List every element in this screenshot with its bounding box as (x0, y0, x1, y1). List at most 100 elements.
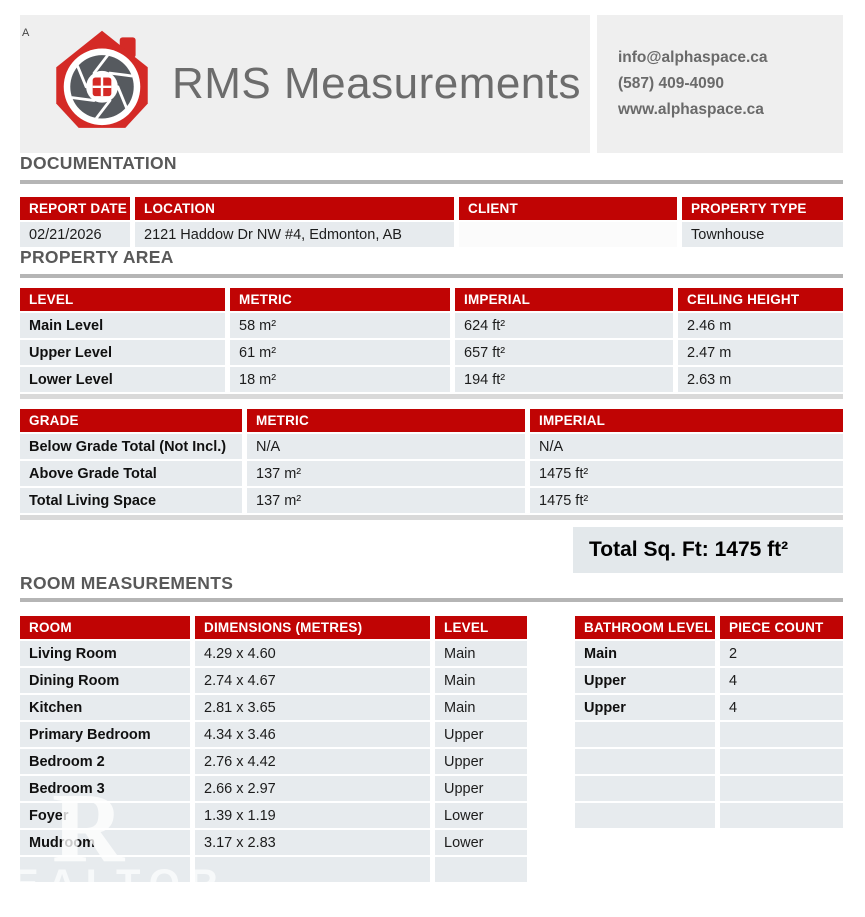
contact-email: info@alphaspace.ca (618, 49, 843, 67)
table-cell: Main (435, 695, 527, 720)
table-cell (720, 776, 843, 801)
contact-panel: info@alphaspace.ca (587) 409-4090 www.al… (597, 15, 843, 153)
column-header: LEVEL (20, 288, 225, 311)
table-cell: 1475 ft² (530, 488, 843, 513)
table-cell (720, 722, 843, 747)
table-cell: N/A (530, 434, 843, 459)
table-cell (195, 857, 430, 882)
table-cell: 2.76 x 4.42 (195, 749, 430, 774)
column-header: BATHROOM LEVEL (575, 616, 715, 639)
table-cell: Above Grade Total (20, 461, 242, 486)
table-cell (575, 722, 715, 747)
table-cell: Foyer (20, 803, 190, 828)
table-shadow (20, 394, 843, 399)
table-cell: Dining Room (20, 668, 190, 693)
table-cell: 624 ft² (455, 313, 673, 338)
table-cell: Primary Bedroom (20, 722, 190, 747)
grade-table: GRADE METRIC IMPERIAL Below Grade Total … (20, 409, 843, 513)
client-cell (459, 222, 677, 247)
table-cell: 2.74 x 4.67 (195, 668, 430, 693)
table-cell (575, 776, 715, 801)
column-header: CLIENT (459, 197, 677, 220)
table-cell: Mudroom (20, 830, 190, 855)
table-cell: Bedroom 3 (20, 776, 190, 801)
rooms-table: ROOM DIMENSIONS (METRES) LEVEL Living Ro… (20, 616, 527, 882)
table-cell: Total Living Space (20, 488, 242, 513)
house-aperture-logo (46, 28, 158, 140)
table-cell: 1475 ft² (530, 461, 843, 486)
table-cell: Below Grade Total (Not Incl.) (20, 434, 242, 459)
table-cell: 137 m² (247, 488, 525, 513)
column-header: CEILING HEIGHT (678, 288, 843, 311)
table-shadow (20, 515, 843, 520)
table-cell: 3.17 x 2.83 (195, 830, 430, 855)
table-cell: Living Room (20, 641, 190, 666)
table-cell: Lower (435, 803, 527, 828)
table-cell: 657 ft² (455, 340, 673, 365)
table-cell: Upper (435, 722, 527, 747)
table-cell (720, 803, 843, 828)
bathrooms-table: BATHROOM LEVEL PIECE COUNT Main 2 Upper … (575, 616, 843, 828)
contact-website: www.alphaspace.ca (618, 101, 843, 119)
documentation-heading: DOCUMENTATION (20, 153, 843, 173)
table-cell: Bedroom 2 (20, 749, 190, 774)
table-cell: 2.63 m (678, 367, 843, 392)
room-measurements-heading: ROOM MEASUREMENTS (20, 573, 843, 593)
table-cell: Upper (435, 749, 527, 774)
table-cell: 4 (720, 668, 843, 693)
column-header: METRIC (247, 409, 525, 432)
table-cell: 2.66 x 2.97 (195, 776, 430, 801)
table-cell: 4 (720, 695, 843, 720)
heading-rule (20, 180, 843, 184)
brand-panel: RMS Measurements (20, 15, 590, 153)
table-cell: 2.81 x 3.65 (195, 695, 430, 720)
property-type-cell: Townhouse (682, 222, 843, 247)
column-header: REPORT DATE (20, 197, 130, 220)
table-cell (575, 803, 715, 828)
room-tables-container: ROOM DIMENSIONS (METRES) LEVEL Living Ro… (20, 616, 843, 882)
heading-rule (20, 598, 843, 602)
column-header: METRIC (230, 288, 450, 311)
column-header: PROPERTY TYPE (682, 197, 843, 220)
column-header: IMPERIAL (530, 409, 843, 432)
table-cell: 61 m² (230, 340, 450, 365)
table-cell: 137 m² (247, 461, 525, 486)
total-sqft-box: Total Sq. Ft: 1475 ft² (573, 527, 843, 573)
column-header: LEVEL (435, 616, 527, 639)
documentation-table: REPORT DATE LOCATION CLIENT PROPERTY TYP… (20, 197, 843, 247)
table-cell: 2 (720, 641, 843, 666)
table-cell: 58 m² (230, 313, 450, 338)
table-cell: 2.46 m (678, 313, 843, 338)
table-cell (575, 749, 715, 774)
table-cell: Upper Level (20, 340, 225, 365)
table-cell: Upper (575, 695, 715, 720)
table-cell (20, 857, 190, 882)
table-cell: Lower (435, 830, 527, 855)
table-cell (720, 749, 843, 774)
table-cell: Main Level (20, 313, 225, 338)
table-cell: 2.47 m (678, 340, 843, 365)
heading-rule (20, 274, 843, 278)
column-header: GRADE (20, 409, 242, 432)
property-area-heading: PROPERTY AREA (20, 247, 843, 267)
table-cell: Lower Level (20, 367, 225, 392)
rms-report-page: A (0, 0, 865, 917)
table-cell (435, 857, 527, 882)
levels-table: LEVEL METRIC IMPERIAL CEILING HEIGHT Mai… (20, 288, 843, 392)
company-title: RMS Measurements (172, 59, 581, 109)
table-cell: Main (575, 641, 715, 666)
column-header: ROOM (20, 616, 190, 639)
table-cell: Main (435, 641, 527, 666)
corner-label: A (22, 27, 29, 39)
column-header: PIECE COUNT (720, 616, 843, 639)
report-date-cell: 02/21/2026 (20, 222, 130, 247)
table-cell: Upper (435, 776, 527, 801)
table-cell: 18 m² (230, 367, 450, 392)
column-header: LOCATION (135, 197, 454, 220)
contact-phone: (587) 409-4090 (618, 75, 843, 93)
table-cell: 194 ft² (455, 367, 673, 392)
table-cell: 4.29 x 4.60 (195, 641, 430, 666)
table-cell: 1.39 x 1.19 (195, 803, 430, 828)
table-cell: 4.34 x 3.46 (195, 722, 430, 747)
table-cell: Kitchen (20, 695, 190, 720)
